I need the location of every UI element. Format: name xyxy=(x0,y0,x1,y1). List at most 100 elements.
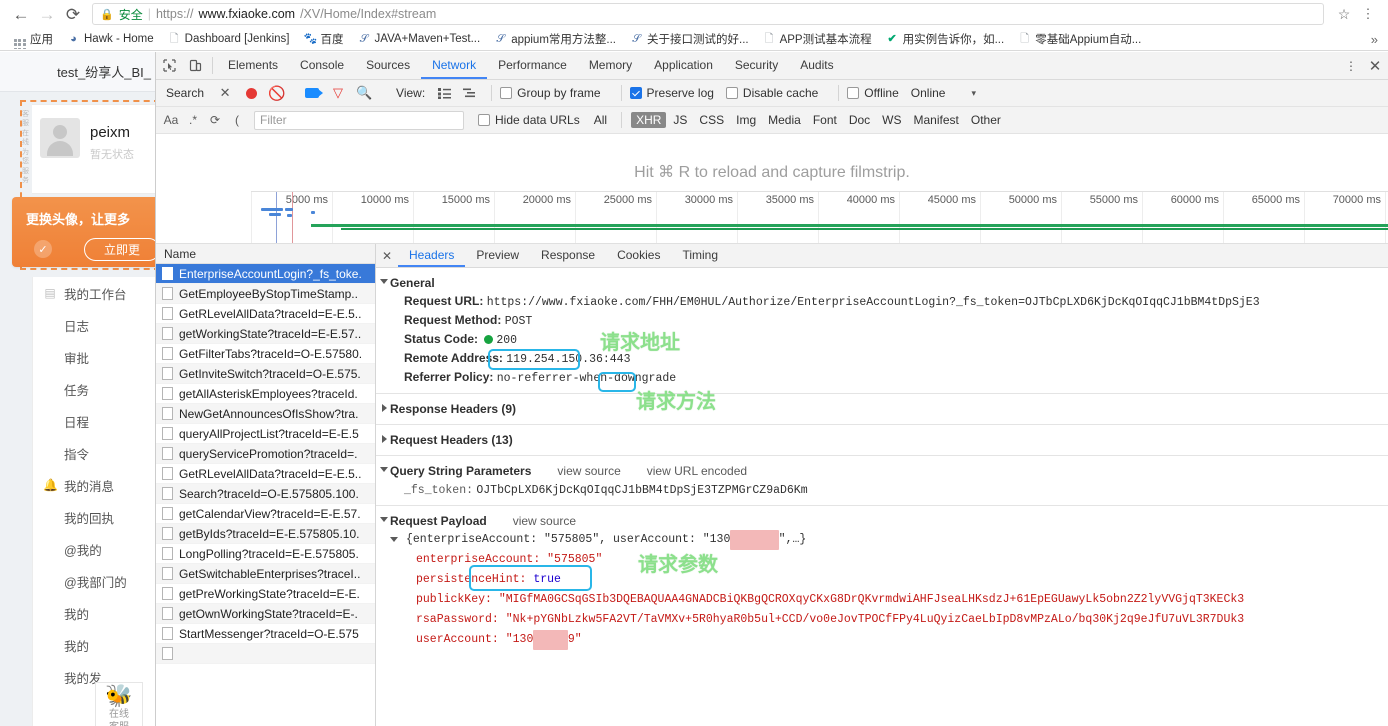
bookmark-appium-methods[interactable]: 𝒮 appium常用方法整... xyxy=(487,29,623,49)
throttling-value[interactable]: Online xyxy=(911,86,946,100)
nav-item-approval[interactable]: 审批 xyxy=(33,341,155,373)
match-case-icon[interactable]: Aa xyxy=(160,113,182,127)
nav-item-mentions-me[interactable]: @我的 xyxy=(33,533,155,565)
bookmark-apps[interactable]: 应用 xyxy=(6,29,60,49)
inspect-element-icon[interactable] xyxy=(156,52,182,79)
table-row[interactable]: GetEmployeeByStopTimeStamp.. xyxy=(156,284,375,304)
nav-item-workbench[interactable]: ▤ 我的工作台 xyxy=(33,277,155,309)
refresh-icon[interactable]: ⟳ xyxy=(204,113,226,127)
table-row[interactable]: queryAllProjectList?traceId=E-E.5 xyxy=(156,424,375,444)
forward-button[interactable]: → xyxy=(34,1,60,27)
request-payload-title-wrap[interactable]: Request Payload xyxy=(376,512,487,530)
nav-item-log[interactable]: 日志 xyxy=(33,309,155,341)
tab-timing[interactable]: Timing xyxy=(671,244,729,267)
disable-cache-checkbox[interactable] xyxy=(725,86,743,100)
filter-type-ws[interactable]: WS xyxy=(877,112,906,128)
table-row[interactable]: getByIds?traceId=E-E.575805.10. xyxy=(156,524,375,544)
table-row[interactable]: LongPolling?traceId=E-E.575805. xyxy=(156,544,375,564)
extra-icon[interactable]: ( xyxy=(226,113,248,127)
table-row[interactable]: getCalendarView?traceId=E-E.57. xyxy=(156,504,375,524)
nav-item-mine-2[interactable]: 我的 xyxy=(33,629,155,661)
filter-type-all[interactable]: All xyxy=(589,112,612,128)
record-stop-icon[interactable] xyxy=(238,80,264,106)
tab-audits[interactable]: Audits xyxy=(789,52,844,79)
tab-headers[interactable]: Headers xyxy=(398,244,466,267)
network-overview[interactable]: Hit ⌘ R to reload and capture filmstrip.… xyxy=(156,134,1388,244)
online-service-badge[interactable]: 🐝 在线客服 xyxy=(95,682,143,726)
tab-sources[interactable]: Sources xyxy=(355,52,421,79)
tab-response[interactable]: Response xyxy=(530,244,606,267)
filter-type-css[interactable]: CSS xyxy=(694,112,729,128)
table-row[interactable]: getPreWorkingState?traceId=E-E. xyxy=(156,584,375,604)
filter-icon[interactable]: ▽ xyxy=(325,80,351,106)
filter-type-other[interactable]: Other xyxy=(966,112,1006,128)
group-by-frame-checkbox[interactable] xyxy=(500,86,517,100)
clear-icon[interactable]: 🚫 xyxy=(264,80,290,106)
tab-console[interactable]: Console xyxy=(289,52,355,79)
devtools-more-icon[interactable]: ⋮ xyxy=(1340,59,1362,73)
preserve-log-checkbox[interactable] xyxy=(629,86,647,100)
query-string-title-wrap[interactable]: Query String Parameters xyxy=(376,462,531,480)
table-row[interactable]: GetFilterTabs?traceId=O-E.57580. xyxy=(156,344,375,364)
tab-application[interactable]: Application xyxy=(643,52,724,79)
tab-elements[interactable]: Elements xyxy=(217,52,289,79)
table-row[interactable]: GetRLevelAllData?traceId=E-E.5.. xyxy=(156,464,375,484)
payload-summary[interactable]: {enterpriseAccount: "575805", userAccoun… xyxy=(376,530,1388,550)
toggle-device-toolbar-icon[interactable] xyxy=(182,52,208,79)
table-row[interactable]: getAllAsteriskEmployees?traceId. xyxy=(156,384,375,404)
tab-memory[interactable]: Memory xyxy=(578,52,643,79)
back-button[interactable]: ← xyxy=(8,1,34,27)
overview-timeline[interactable]: 5000 ms 10000 ms 15000 ms 20000 ms 25000… xyxy=(251,191,1388,243)
address-bar[interactable]: 🔒 安全 | https:// www.fxiaoke.com/XV/Home/I… xyxy=(92,3,1324,25)
tab-cookies[interactable]: Cookies xyxy=(606,244,671,267)
table-row[interactable] xyxy=(156,644,375,664)
tab-network[interactable]: Network xyxy=(421,52,488,79)
bookmark-hawk-home[interactable]: ◕ Hawk - Home xyxy=(60,31,161,48)
filter-type-doc[interactable]: Doc xyxy=(844,112,875,128)
request-list[interactable]: EnterpriseAccountLogin?_fs_toke. GetEmpl… xyxy=(156,264,375,726)
search-icon[interactable]: 🔍 xyxy=(351,80,377,106)
table-row[interactable]: GetInviteSwitch?traceId=O-E.575. xyxy=(156,364,375,384)
bookmark-api-testing[interactable]: 𝒮 关于接口测试的好... xyxy=(623,29,756,49)
table-row[interactable]: getOwnWorkingState?traceId=E-. xyxy=(156,604,375,624)
section-request-headers[interactable]: Request Headers (13) xyxy=(376,431,1388,449)
filter-type-js[interactable]: JS xyxy=(668,112,692,128)
waterfall-view-icon[interactable] xyxy=(457,80,483,106)
filter-type-img[interactable]: Img xyxy=(731,112,761,128)
hide-data-urls-checkbox[interactable] xyxy=(478,113,495,127)
view-url-encoded-link[interactable]: view URL encoded xyxy=(647,464,747,478)
section-general[interactable]: General xyxy=(376,274,1388,292)
tab-performance[interactable]: Performance xyxy=(487,52,578,79)
nav-item-schedule[interactable]: 日程 xyxy=(33,405,155,437)
table-row[interactable]: queryServicePromotion?traceId=. xyxy=(156,444,375,464)
filter-type-font[interactable]: Font xyxy=(808,112,842,128)
bookmark-jenkins-dashboard[interactable]: 🗋 Dashboard [Jenkins] xyxy=(161,31,297,48)
filter-type-manifest[interactable]: Manifest xyxy=(909,112,964,128)
chevron-down-icon[interactable]: ▾ xyxy=(971,88,976,99)
list-view-icon[interactable] xyxy=(431,80,457,106)
view-source-link[interactable]: view source xyxy=(513,514,576,528)
bookmark-zhihu-example[interactable]: ✔ 用实例告诉你，如... xyxy=(879,29,1012,49)
avatar[interactable] xyxy=(40,118,80,158)
promo-update-button[interactable]: 立即更 xyxy=(84,238,155,261)
nav-item-receipts[interactable]: 我的回执 xyxy=(33,501,155,533)
offline-checkbox[interactable] xyxy=(847,86,864,100)
table-row[interactable]: GetSwitchableEnterprises?traceI.. xyxy=(156,564,375,584)
filter-type-xhr[interactable]: XHR xyxy=(631,112,667,128)
close-icon[interactable]: ✕ xyxy=(212,80,238,106)
reload-button[interactable]: ⟳ xyxy=(60,1,86,27)
bookmark-appium-zero-basis[interactable]: 🗋 零基础Appium自动... xyxy=(1011,29,1148,49)
nav-item-command[interactable]: 指令 xyxy=(33,437,155,469)
bookmark-app-test-process[interactable]: 🗋 APP测试基本流程 xyxy=(756,29,879,49)
table-row[interactable]: getWorkingState?traceId=E-E.57.. xyxy=(156,324,375,344)
close-icon[interactable]: ✕ xyxy=(376,244,398,267)
table-row[interactable]: EnterpriseAccountLogin?_fs_toke. xyxy=(156,264,375,284)
table-row[interactable]: NewGetAnnouncesOfIsShow?tra. xyxy=(156,404,375,424)
bookmark-baidu[interactable]: 🐾 百度 xyxy=(297,29,351,49)
table-row[interactable]: Search?traceId=O-E.575805.100. xyxy=(156,484,375,504)
request-list-header[interactable]: Name xyxy=(156,244,375,264)
nav-item-task[interactable]: 任务 xyxy=(33,373,155,405)
table-row[interactable]: StartMessenger?traceId=O-E.575 xyxy=(156,624,375,644)
section-response-headers[interactable]: Response Headers (9) xyxy=(376,400,1388,418)
nav-item-mentions-dept[interactable]: @我部门的 xyxy=(33,565,155,597)
